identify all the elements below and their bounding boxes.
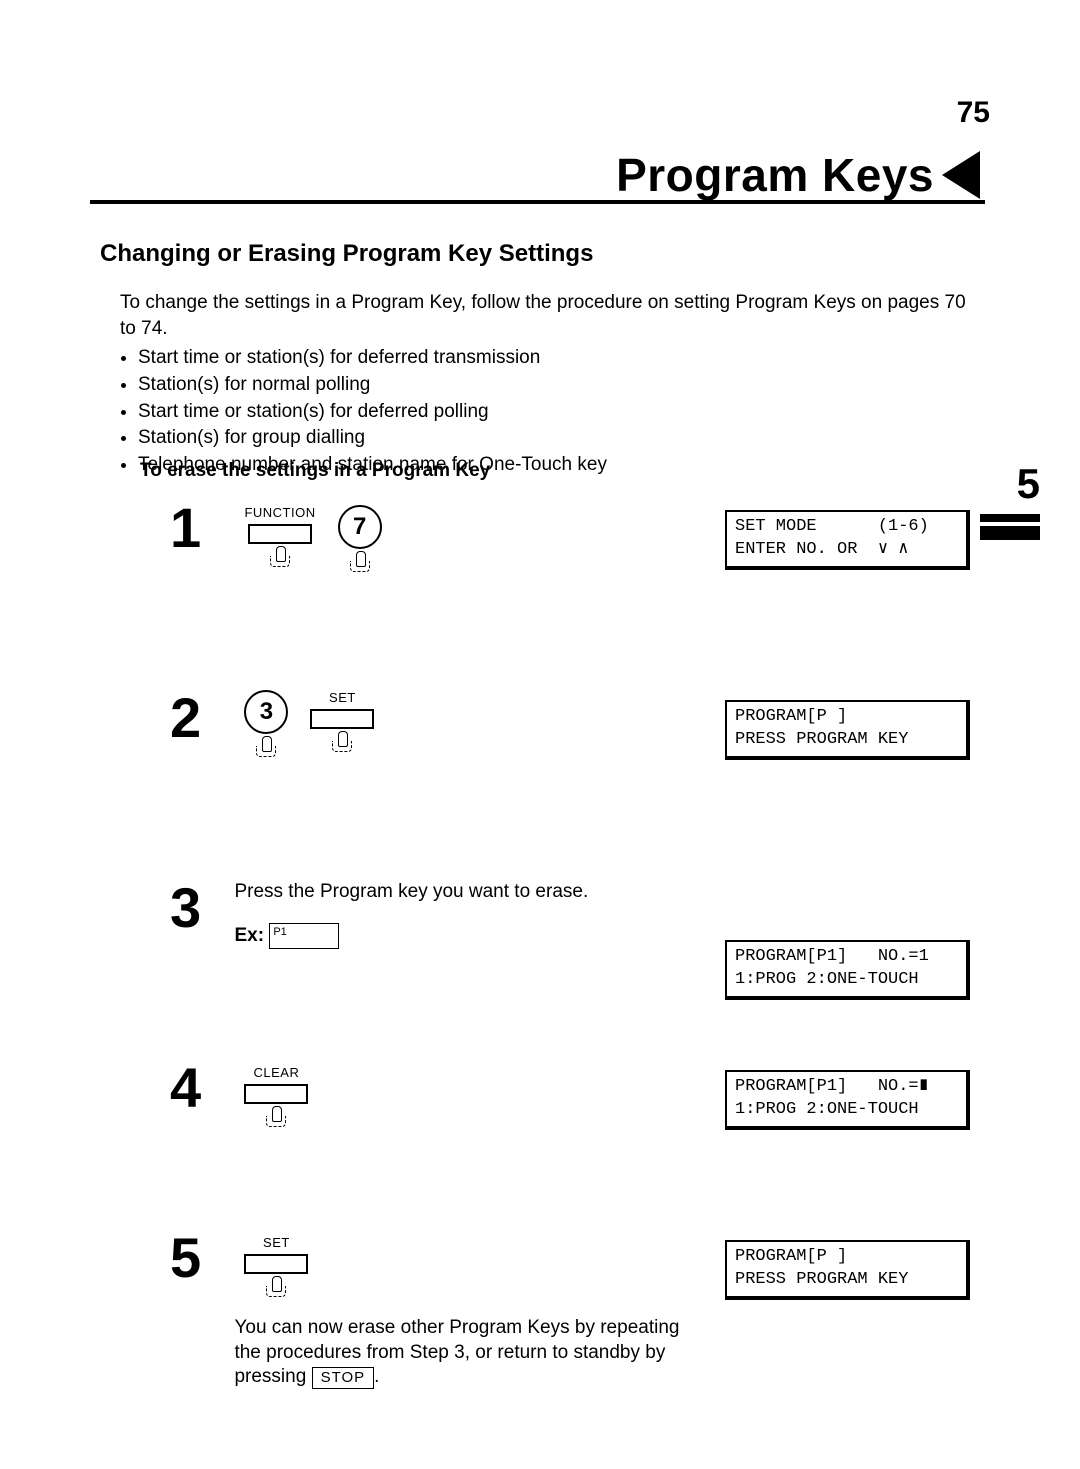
press-icon xyxy=(252,738,280,758)
step-5-text: You can now erase other Program Keys by … xyxy=(234,1317,679,1387)
intro-bullet: Station(s) for group dialling xyxy=(138,425,980,451)
stop-key: STOP xyxy=(312,1367,375,1389)
function-key xyxy=(248,524,312,544)
key-7: 7 xyxy=(338,505,382,549)
intro-bullet: Start time or station(s) for deferred tr… xyxy=(138,345,980,371)
lcd-line: SET MODE (1-6) xyxy=(735,517,929,536)
lcd-line: ENTER NO. OR ∨ ∧ xyxy=(735,540,909,559)
set-key xyxy=(244,1254,308,1274)
lcd-display: PROGRAM[P1] NO.=1 1:PROG 2:ONE-TOUCH xyxy=(725,940,970,1000)
lcd-line: 1:PROG 2:ONE-TOUCH xyxy=(735,1100,919,1119)
lcd-line: PROGRAM[P ] xyxy=(735,707,847,726)
header-title-text: Program Keys xyxy=(616,148,934,202)
intro-block: To change the settings in a Program Key,… xyxy=(120,290,980,478)
set-key-label: SET xyxy=(263,1235,290,1252)
step-number: 5 xyxy=(170,1230,230,1286)
intro-bullet: Station(s) for normal polling xyxy=(138,372,980,398)
page-number: 75 xyxy=(957,96,990,130)
key-3: 3 xyxy=(244,690,288,734)
step-1: 1 FUNCTION 7 SET MODE (1-6) ENTER NO. OR… xyxy=(170,500,980,573)
press-icon xyxy=(346,553,374,573)
chapter-tab: 5 xyxy=(980,460,1040,540)
p1-key-label: P1 xyxy=(273,926,286,938)
step-5: 5 SET You can now erase other Program Ke… xyxy=(170,1230,980,1390)
arrow-left-icon xyxy=(942,151,980,199)
step-2: 2 3 SET PROGRAM[P ] PRESS PROGRAM KEY xyxy=(170,690,980,758)
chapter-number: 5 xyxy=(980,460,1040,508)
press-icon xyxy=(266,548,294,568)
step-number: 3 xyxy=(170,880,230,936)
lcd-display: PROGRAM[P ] PRESS PROGRAM KEY xyxy=(725,1240,970,1300)
step-number: 2 xyxy=(170,690,230,746)
set-key-label: SET xyxy=(329,690,356,707)
p1-key: P1 xyxy=(269,923,339,949)
lcd-display: SET MODE (1-6) ENTER NO. OR ∨ ∧ xyxy=(725,510,970,570)
press-icon xyxy=(328,733,356,753)
intro-lead: To change the settings in a Program Key,… xyxy=(120,290,980,341)
step-number: 4 xyxy=(170,1060,230,1116)
clear-key-label: CLEAR xyxy=(254,1065,300,1082)
clear-key xyxy=(244,1084,308,1104)
lcd-display: PROGRAM[P1] NO.=∎ 1:PROG 2:ONE-TOUCH xyxy=(725,1070,970,1130)
page-header: Program Keys xyxy=(616,148,980,202)
press-icon xyxy=(262,1108,290,1128)
lcd-line: PROGRAM[P ] xyxy=(735,1247,847,1266)
lcd-line: PROGRAM[P1] NO.=∎ xyxy=(735,1077,929,1096)
example-label: Ex: xyxy=(234,925,264,946)
header-rule xyxy=(90,200,985,204)
step-3: 3 Press the Program key you want to eras… xyxy=(170,880,980,949)
step-number: 1 xyxy=(170,500,230,556)
section-title: Changing or Erasing Program Key Settings xyxy=(100,240,593,268)
intro-bullet: Start time or station(s) for deferred po… xyxy=(138,399,980,425)
lcd-display: PROGRAM[P ] PRESS PROGRAM KEY xyxy=(725,700,970,760)
period: . xyxy=(374,1366,379,1387)
set-key xyxy=(310,709,374,729)
function-key-label: FUNCTION xyxy=(244,505,315,522)
step-4: 4 CLEAR PROGRAM[P1] NO.=∎ 1:PROG 2:ONE-T… xyxy=(170,1060,980,1128)
press-icon xyxy=(262,1278,290,1298)
lcd-line: PROGRAM[P1] NO.=1 xyxy=(735,947,929,966)
lcd-line: PRESS PROGRAM KEY xyxy=(735,1270,908,1289)
step-3-text: Press the Program key you want to erase. xyxy=(234,880,588,905)
lcd-line: PRESS PROGRAM KEY xyxy=(735,730,908,749)
chapter-tab-icon xyxy=(980,514,1040,540)
erase-subhead: To erase the settings in a Program Key xyxy=(140,460,490,482)
lcd-line: 1:PROG 2:ONE-TOUCH xyxy=(735,970,919,989)
